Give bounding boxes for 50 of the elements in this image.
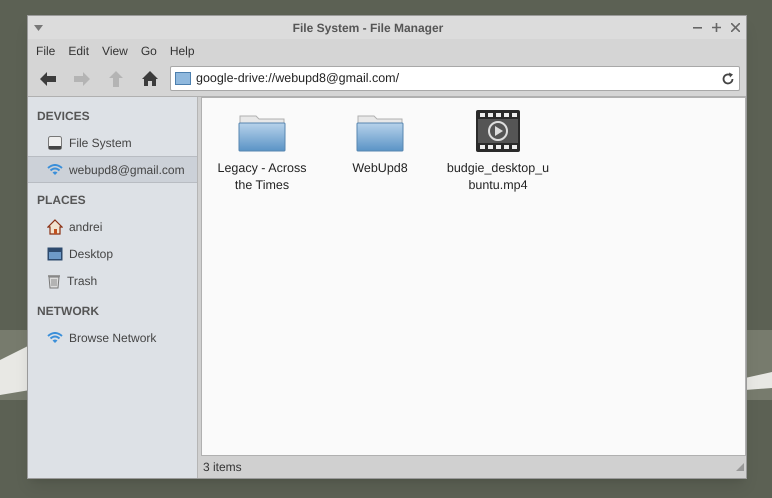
- sidebar-heading: DEVICES: [36, 108, 91, 125]
- back-arrow-icon: [39, 70, 57, 86]
- trash-icon: [47, 272, 61, 288]
- window-title: File System - File Manager: [292, 20, 444, 36]
- up-arrow-icon: [108, 70, 124, 88]
- entry-name: WebUpd8: [351, 160, 409, 177]
- menu-item[interactable]: Help: [164, 42, 201, 60]
- sidebar-label: Desktop: [69, 246, 114, 262]
- sidebar-item[interactable]: File System: [28, 129, 197, 156]
- sidebar-item[interactable]: Desktop: [28, 240, 197, 267]
- sidebar-label: andrei: [69, 218, 102, 236]
- close-icon[interactable]: [731, 23, 740, 32]
- location-text: google-drive://webupd8@gmail.com/: [196, 70, 400, 88]
- sidebar-item[interactable]: Trash: [28, 267, 197, 294]
- desktop-icon: [47, 246, 63, 260]
- menu-item[interactable]: File: [30, 42, 62, 60]
- menu-item[interactable]: View: [96, 42, 134, 60]
- wifi-icon: [47, 332, 63, 344]
- icon-view-entry[interactable]: budgie_desktop_ubuntu.mp4: [442, 110, 554, 194]
- forward-arrow-icon: [73, 70, 91, 86]
- sidebar-heading: NETWORK: [36, 303, 100, 320]
- window-menu-icon[interactable]: [34, 24, 43, 30]
- sidebar-item[interactable]: Browse Network: [28, 324, 197, 351]
- wallpaper-stripe: [745, 372, 772, 390]
- hard-drive-icon: [47, 134, 63, 150]
- folder-icon: [356, 114, 404, 152]
- status-text: 3 items: [203, 459, 243, 476]
- sidebar-label: Trash: [67, 272, 98, 290]
- sidebar-item[interactable]: webupd8@gmail.com: [28, 156, 197, 183]
- video-file-icon: [476, 110, 520, 152]
- icon-view-entry[interactable]: WebUpd8: [324, 110, 436, 177]
- reload-icon[interactable]: [721, 72, 735, 86]
- sidebar-heading: PLACES: [36, 192, 87, 209]
- entry-name: budgie_desktop_ubuntu.mp4: [446, 160, 550, 194]
- resize-grip-icon[interactable]: [736, 463, 744, 471]
- sidebar-label: Browse Network: [69, 330, 156, 346]
- wifi-icon: [47, 164, 63, 176]
- menu-item[interactable]: Go: [134, 42, 163, 60]
- folder-icon: [238, 114, 286, 152]
- location-field[interactable]: google-drive://webupd8@gmail.com/: [170, 66, 740, 91]
- icon-view-entry[interactable]: Legacy - Across the Times: [206, 110, 318, 194]
- sidebar-item[interactable]: andrei: [28, 213, 197, 240]
- sidebar-label: File System: [69, 134, 132, 152]
- maximize-icon[interactable]: [712, 23, 721, 32]
- menu-item[interactable]: Edit: [62, 42, 96, 60]
- home-icon: [141, 70, 159, 87]
- sidebar-label: webupd8@gmail.com: [69, 162, 185, 178]
- house-icon: [47, 218, 63, 234]
- entry-name: Legacy - Across the Times: [216, 160, 308, 194]
- folder-icon: [175, 72, 191, 85]
